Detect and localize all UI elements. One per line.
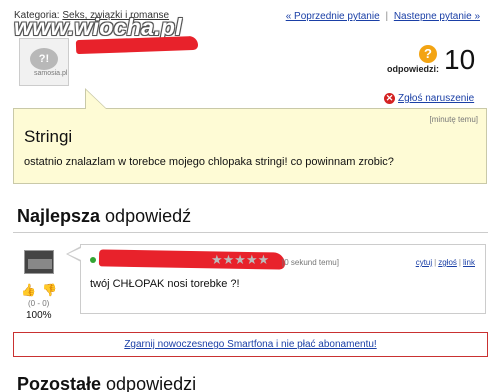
answer-pointer-fill [68, 248, 81, 260]
next-question-link[interactable]: Nastepne pytanie » [394, 11, 480, 22]
best-answer-card: ★★★★★ [0 sekund temu] cytuj | zgłoś | link t… [80, 244, 486, 314]
report-answer-link[interactable]: zgłoś [438, 258, 457, 267]
avatar-label: samosia.pl [34, 70, 68, 77]
answers-count: 10 [444, 44, 476, 75]
answer-time: [0 sekund temu] [282, 258, 339, 267]
watermark-text: www.wiocha.pl [14, 14, 182, 40]
quote-link[interactable]: cytuj [416, 258, 432, 267]
report-icon: ✕ [384, 93, 395, 104]
best-answer-heading: Najlepsza odpowiedź [17, 206, 191, 227]
question-title: Stringi [24, 127, 73, 146]
answer-actions: cytuj | zgłoś | link [415, 258, 475, 267]
answers-label: odpowiedzi: [387, 64, 439, 74]
permalink-link[interactable]: link [463, 258, 475, 267]
other-answers-heading: Pozostałe odpowiedzi [17, 374, 196, 392]
thumbs-up-icon[interactable]: 👍 [21, 283, 36, 297]
best-heading-rest: odpowiedź [100, 206, 192, 226]
others-heading-bold: Pozostałe [17, 374, 102, 392]
others-heading-rest: odpowiedzi [101, 374, 197, 392]
vote-percent: 100% [26, 310, 52, 321]
question-pointer-fill [86, 90, 106, 109]
online-status-icon [90, 257, 96, 263]
vote-count: (0 - 0) [28, 299, 50, 308]
answer-text: twój CHŁOPAK nosi torebke ?! [90, 278, 240, 290]
avatar-speech-icon: ?! [30, 48, 58, 70]
best-heading-bold: Najlepsza [17, 206, 101, 226]
question-box: [minutę temu] Stringi ostatnio znalazlam… [13, 108, 487, 184]
answerer-avatar[interactable] [24, 250, 54, 274]
question-icon: ? [419, 45, 437, 63]
question-body: ostatnio znalazlam w torebce mojego chlo… [24, 156, 394, 168]
section-divider [13, 232, 488, 233]
promo-banner: Zgarnij nowoczesnego Smartfona i nie pła… [13, 332, 488, 357]
prev-question-link[interactable]: « Poprzednie pytanie [286, 11, 380, 22]
redacted-username [75, 35, 199, 55]
question-nav: « Poprzednie pytanie | Nastepne pytanie … [286, 11, 480, 22]
question-time: [minutę temu] [429, 115, 478, 124]
report-link[interactable]: Zgłoś naruszenie [398, 93, 474, 104]
promo-link[interactable]: Zgarnij nowoczesnego Smartfona i nie pła… [124, 339, 376, 350]
asker-avatar[interactable]: ?! samosia.pl [19, 38, 69, 86]
thumbs-down-icon[interactable]: 👎 [42, 283, 57, 297]
rating-stars: ★★★★★ [211, 252, 270, 267]
nav-separator: | [385, 11, 389, 22]
